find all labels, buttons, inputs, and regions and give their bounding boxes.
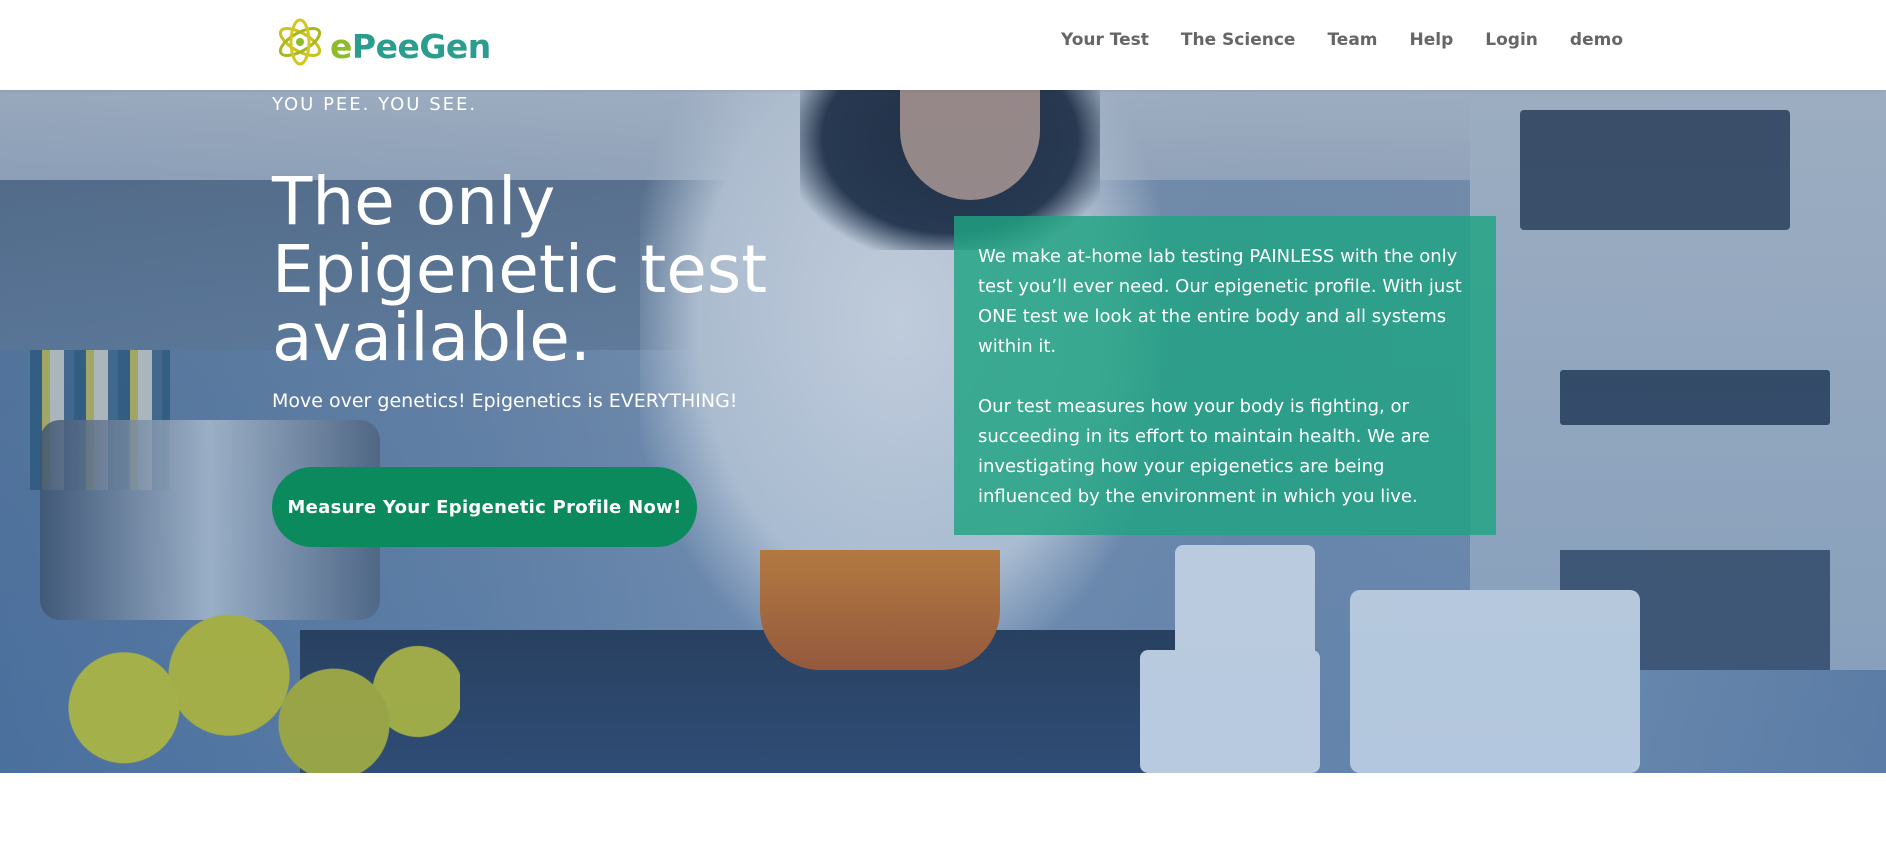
nav-demo[interactable]: demo — [1570, 28, 1623, 52]
measure-profile-button[interactable]: Measure Your Epigenetic Profile Now! — [272, 467, 697, 547]
nav-help[interactable]: Help — [1410, 28, 1454, 52]
brand-name: ePeeGen — [330, 27, 491, 66]
nav-team[interactable]: Team — [1327, 28, 1377, 52]
site-header: ePeeGen Your Test The Science Team Help … — [0, 0, 1886, 90]
nav-the-science[interactable]: The Science — [1181, 28, 1296, 52]
nav-login[interactable]: Login — [1485, 28, 1538, 52]
brand-name-rest: PeeGen — [351, 26, 491, 66]
info-paragraph-1: We make at-home lab testing PAINLESS wit… — [978, 246, 1462, 357]
hero-headline: The only Epigenetic test available. — [272, 163, 768, 376]
info-box: We make at-home lab testing PAINLESS wit… — [954, 216, 1496, 535]
hero-subhead: Move over genetics! Epigenetics is EVERY… — [272, 390, 738, 412]
atom-logo-icon — [278, 18, 322, 66]
info-paragraph-2: Our test measures how your body is fight… — [978, 396, 1430, 507]
nav-your-test[interactable]: Your Test — [1061, 28, 1149, 52]
hero-tagline: YOU PEE. YOU SEE. — [272, 94, 478, 115]
brand-name-e: e — [330, 26, 352, 66]
logo-link[interactable]: ePeeGen — [274, 12, 491, 72]
main-nav: Your Test The Science Team Help Login de… — [1061, 28, 1623, 52]
